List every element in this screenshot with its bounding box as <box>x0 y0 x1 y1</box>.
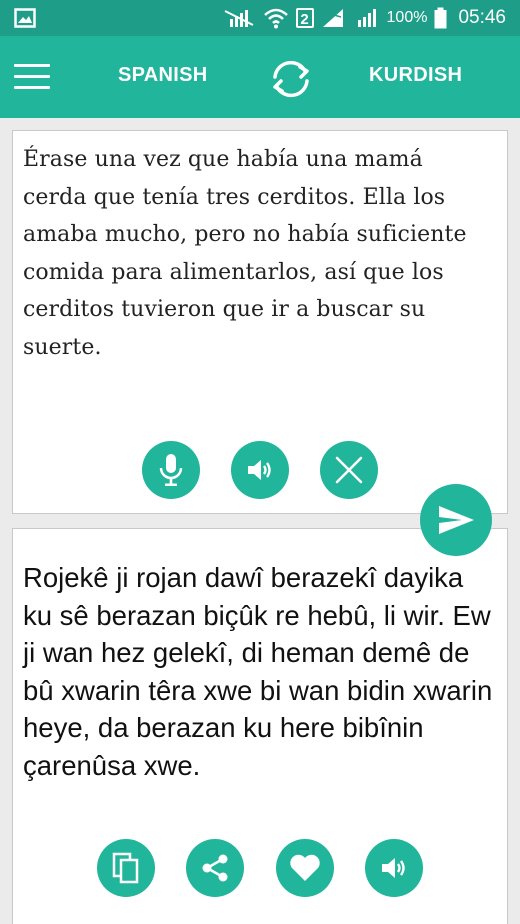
speaker-icon <box>382 858 405 878</box>
speak-translation-button[interactable] <box>365 839 423 897</box>
target-panel: Rojekê ji rojan dawî berazekî dayika ku … <box>12 528 508 924</box>
clock: 05:46 <box>458 7 506 28</box>
share-button[interactable] <box>186 839 244 897</box>
swap-languages-icon[interactable] <box>266 56 316 102</box>
gallery-icon <box>14 8 36 28</box>
sim-slot-badge: 2 <box>295 8 314 28</box>
signal-bars-icon <box>224 10 253 27</box>
close-icon <box>335 456 363 484</box>
translate-button[interactable] <box>420 484 492 556</box>
copy-icon <box>112 852 139 884</box>
source-text-input[interactable]: Érase una vez que había una mamá cerda q… <box>23 141 493 366</box>
send-icon <box>439 506 474 534</box>
clear-text-button[interactable] <box>320 441 378 499</box>
favorite-button[interactable] <box>276 839 334 897</box>
menu-icon[interactable] <box>14 64 50 90</box>
app-bar: SPANISH KURDISH <box>0 36 520 118</box>
speaker-icon <box>248 460 271 480</box>
signal-strength-icon-2 <box>357 9 376 27</box>
copy-button[interactable] <box>97 839 155 897</box>
microphone-button[interactable] <box>142 441 200 499</box>
status-bar: 2 100% 05:46 <box>0 0 520 36</box>
battery-percent: 100% <box>386 9 428 26</box>
source-language-selector[interactable]: SPANISH <box>118 64 208 87</box>
translated-text: Rojekê ji rojan dawî berazekî dayika ku … <box>23 562 493 781</box>
battery-icon <box>434 7 447 29</box>
wifi-icon <box>263 8 288 29</box>
speak-source-button[interactable] <box>231 441 289 499</box>
microphone-icon <box>159 454 183 486</box>
heart-icon <box>290 854 320 881</box>
signal-strength-icon <box>322 9 343 27</box>
target-language-selector[interactable]: KURDISH <box>369 64 462 87</box>
source-panel: Érase una vez que había una mamá cerda q… <box>12 130 508 514</box>
share-icon <box>202 854 228 882</box>
